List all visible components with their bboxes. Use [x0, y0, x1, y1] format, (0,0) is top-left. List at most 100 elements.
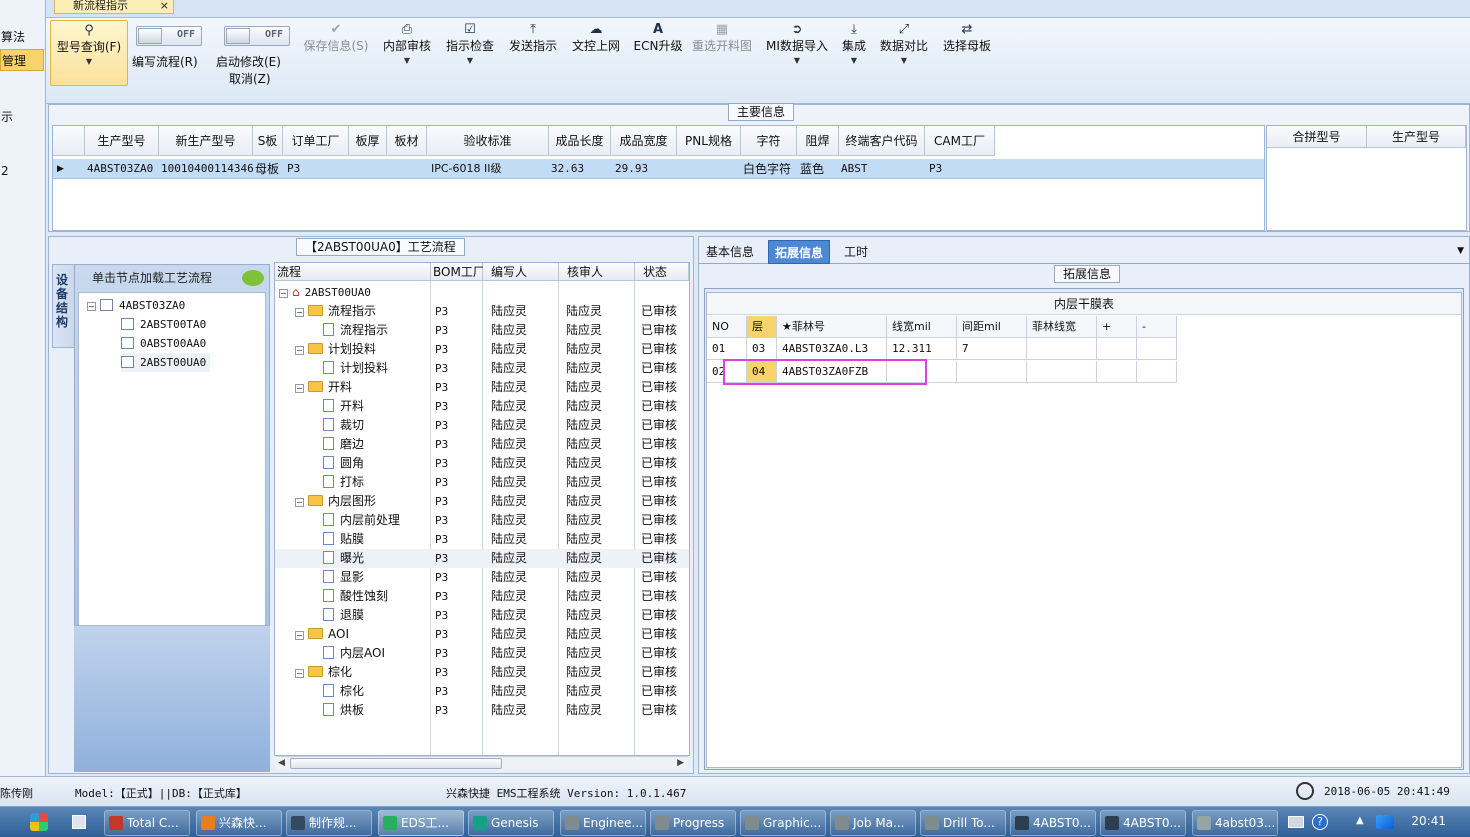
col-header[interactable]: 板厚 [349, 126, 387, 156]
process-bom-cell[interactable]: P3 [435, 549, 448, 568]
process-writer-cell[interactable]: 陆应灵 [491, 682, 527, 701]
process-bom-cell[interactable]: P3 [435, 473, 448, 492]
process-status-cell[interactable]: 已审核 [641, 397, 677, 416]
film-cell[interactable]: 03 [747, 338, 777, 360]
table-row[interactable]: ▶ 4ABST03ZA0 10010400114346 母板 P3 IPC-60… [53, 159, 1264, 179]
process-reviewer-cell[interactable]: 陆应灵 [566, 302, 602, 321]
process-name-cell[interactable]: 棕化 [323, 682, 364, 701]
mi-import-button[interactable]: ➲ MI数据导入 ▼ [764, 20, 830, 102]
write-flow-toggle[interactable]: OFF [136, 26, 202, 46]
col-header[interactable]: 成品长度 [549, 126, 611, 156]
process-writer-cell[interactable]: 陆应灵 [491, 397, 527, 416]
process-writer-cell[interactable]: 陆应灵 [491, 492, 527, 511]
col-header[interactable]: PNL规格 [677, 126, 741, 156]
process-bom-cell[interactable]: P3 [435, 625, 448, 644]
taskbar-app-button[interactable]: 4abst03... [1192, 810, 1278, 836]
film-cell[interactable] [1137, 338, 1177, 360]
process-writer-cell[interactable]: 陆应灵 [491, 302, 527, 321]
taskbar-app-button[interactable]: 4ABST0... [1010, 810, 1096, 836]
chevron-down-icon[interactable]: ▼ [382, 54, 432, 68]
taskbar-app-button[interactable]: Genesis [468, 810, 554, 836]
process-status-cell[interactable]: 已审核 [641, 701, 677, 720]
process-row[interactable]: 裁切 P3 陆应灵 陆应灵 已审核 [275, 416, 689, 435]
cell[interactable] [349, 159, 387, 179]
process-writer-cell[interactable]: 陆应灵 [491, 549, 527, 568]
document-tab[interactable]: 新流程指示 × [54, 0, 174, 14]
film-cell[interactable] [957, 361, 1027, 383]
chevron-down-icon[interactable]: ▼ [764, 54, 830, 68]
process-writer-cell[interactable]: 陆应灵 [491, 663, 527, 682]
process-bom-cell[interactable]: P3 [435, 321, 448, 340]
cell[interactable] [677, 159, 741, 179]
process-bom-cell[interactable]: P3 [435, 682, 448, 701]
chevron-down-icon[interactable]: ▼ [444, 54, 496, 68]
process-name-cell[interactable]: 内层AOI [323, 644, 385, 663]
process-row[interactable]: 曝光 P3 陆应灵 陆应灵 已审核 [275, 549, 689, 568]
cell[interactable] [387, 159, 427, 179]
tree-node[interactable]: 2ABST00TA0 [121, 315, 206, 334]
tab-basic-info[interactable]: 基本信息 [700, 240, 760, 264]
film-cell[interactable] [1097, 338, 1137, 360]
process-name-cell[interactable]: 磨边 [323, 435, 364, 454]
process-status-cell[interactable]: 已审核 [641, 473, 677, 492]
tab-work-hours[interactable]: 工时 [838, 240, 874, 264]
tab-extended-info[interactable]: 拓展信息 [768, 240, 831, 264]
process-status-cell[interactable]: 已审核 [641, 378, 677, 397]
collapse-icon[interactable]: − [295, 669, 304, 678]
film-cell[interactable] [1027, 338, 1097, 360]
doc-upload-button[interactable]: ☁ 文控上网 [570, 20, 622, 102]
process-reviewer-cell[interactable]: 陆应灵 [566, 511, 602, 530]
collapse-icon[interactable]: − [295, 498, 304, 507]
process-name-cell[interactable]: − 流程指示 [295, 302, 376, 321]
process-status-cell[interactable]: 已审核 [641, 682, 677, 701]
tree-node[interactable]: 0ABST00AA0 [121, 334, 206, 353]
film-col-header[interactable]: - [1137, 316, 1177, 338]
process-reviewer-cell[interactable]: 陆应灵 [566, 530, 602, 549]
film-cell[interactable] [1027, 361, 1097, 383]
process-bom-cell[interactable]: P3 [435, 416, 448, 435]
col-header[interactable]: 核审人 [559, 263, 635, 281]
process-writer-cell[interactable]: 陆应灵 [491, 359, 527, 378]
taskbar-app-button[interactable]: Drill To... [920, 810, 1006, 836]
cell[interactable]: 母板 [253, 159, 283, 179]
col-header[interactable]: 合拼型号 [1267, 126, 1367, 148]
process-status-cell[interactable]: 已审核 [641, 530, 677, 549]
collapse-icon[interactable]: − [87, 302, 96, 311]
process-writer-cell[interactable]: 陆应灵 [491, 340, 527, 359]
process-status-cell[interactable]: 已审核 [641, 359, 677, 378]
col-header[interactable]: 状态 [635, 263, 689, 281]
process-name-cell[interactable]: 计划投料 [323, 359, 388, 378]
chevron-down-icon[interactable]: ▼ [836, 54, 872, 68]
left-nav-item[interactable]: 算法 [0, 26, 44, 48]
help-icon[interactable]: ? [1312, 814, 1328, 830]
process-status-cell[interactable]: 已审核 [641, 511, 677, 530]
scroll-right-icon[interactable]: ▶ [677, 758, 684, 768]
process-reviewer-cell[interactable]: 陆应灵 [566, 397, 602, 416]
process-reviewer-cell[interactable]: 陆应灵 [566, 663, 602, 682]
process-writer-cell[interactable]: 陆应灵 [491, 587, 527, 606]
process-bom-cell[interactable]: P3 [435, 454, 448, 473]
process-name-cell[interactable]: 贴膜 [323, 530, 364, 549]
col-header[interactable]: 编写人 [483, 263, 559, 281]
process-bom-cell[interactable]: P3 [435, 340, 448, 359]
film-col-header[interactable]: + [1097, 316, 1137, 338]
process-reviewer-cell[interactable]: 陆应灵 [566, 435, 602, 454]
process-row[interactable]: 内层AOI P3 陆应灵 陆应灵 已审核 [275, 644, 689, 663]
taskbar-app-button[interactable]: 制作规... [286, 810, 372, 836]
film-col-header[interactable]: 层 [747, 316, 777, 338]
collapse-icon[interactable]: − [295, 346, 304, 355]
cell[interactable]: P3 [927, 159, 995, 179]
process-bom-cell[interactable]: P3 [435, 644, 448, 663]
process-reviewer-cell[interactable]: 陆应灵 [566, 625, 602, 644]
cell[interactable]: 29.93 [613, 159, 677, 179]
process-name-cell[interactable]: 烘板 [323, 701, 364, 720]
collapse-icon[interactable]: − [295, 308, 304, 317]
process-row[interactable]: 内层前处理 P3 陆应灵 陆应灵 已审核 [275, 511, 689, 530]
col-header[interactable]: 订单工厂 [283, 126, 349, 156]
internal-review-button[interactable]: ⎙ 内部审核 ▼ [382, 20, 432, 102]
film-cell[interactable] [1097, 361, 1137, 383]
save-info-button[interactable]: ✔ 保存信息(S) [300, 20, 372, 102]
process-row[interactable]: − 开料 P3 陆应灵 陆应灵 已审核 [275, 378, 689, 397]
process-bom-cell[interactable]: P3 [435, 606, 448, 625]
process-row[interactable]: 退膜 P3 陆应灵 陆应灵 已审核 [275, 606, 689, 625]
